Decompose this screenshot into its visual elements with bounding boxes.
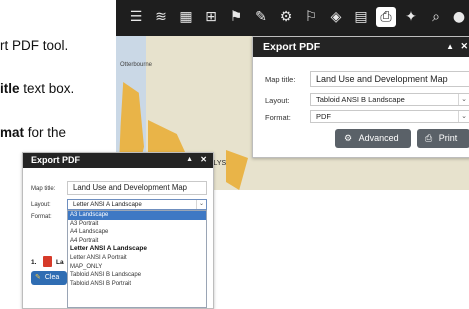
export-pdf-panel-small: Export PDF ▲ ✕ Map title: Land Use and D…	[22, 152, 214, 309]
pdf-file-icon	[43, 256, 52, 267]
print-button-label: Print	[438, 133, 458, 143]
layout-option[interactable]: Tabloid ANSI B Landscape	[68, 271, 206, 280]
step-text-fragment: La	[56, 259, 64, 266]
instruction-line-3: mat for the	[0, 125, 67, 140]
layout-option[interactable]: Letter ANSI A Landscape	[68, 245, 206, 254]
table-icon[interactable]: ▤	[351, 7, 371, 27]
advanced-button[interactable]: ⚙ Advanced	[335, 129, 411, 148]
chevron-down-icon: ⌄	[458, 94, 469, 105]
layout-option[interactable]: A4 Landscape	[68, 228, 206, 237]
export-pdf-panel: Export PDF ▲ ✕ Map title: Land Use and D…	[252, 36, 469, 158]
format-select-value: PDF	[316, 112, 331, 121]
clear-button[interactable]: ✎ Clea	[31, 271, 67, 285]
panel-header: Export PDF ▲ ✕	[23, 153, 213, 168]
layout-option[interactable]: MAP_ONLY	[68, 263, 206, 272]
list-icon[interactable]: ☰	[126, 7, 146, 27]
clear-button-label: Clea	[44, 274, 60, 281]
layers-icon[interactable]: ≋	[151, 7, 171, 27]
layout-option[interactable]: A3 Portrait	[68, 220, 206, 229]
chevron-down-icon: ⌄	[458, 111, 469, 122]
gear-icon: ⚙	[344, 134, 353, 144]
advanced-button-label: Advanced	[358, 133, 399, 143]
bookmark-icon[interactable]: ⚑	[226, 7, 246, 27]
print-icon[interactable]: ⎙	[376, 7, 396, 27]
draw-icon[interactable]: ✎	[251, 7, 271, 27]
measure-icon[interactable]: ⚐	[301, 7, 321, 27]
collapse-icon[interactable]: ▲	[446, 42, 454, 51]
grid-icon[interactable]: ▦	[176, 7, 196, 27]
map-toolbar: ☰ ≋ ▦ ⊞ ⚑ ✎ ⚙ ⚐ ◈ ▤ ⎙ ✦ ⌕ ●	[116, 0, 469, 36]
info-icon[interactable]: ●	[449, 7, 469, 27]
basemap-icon[interactable]: ⊞	[201, 7, 221, 27]
panel-title: Export PDF	[31, 155, 81, 165]
map-place-label: Otterbourne	[120, 62, 153, 68]
layout-select[interactable]: Letter ANSI A Landscape ⌄	[67, 199, 207, 210]
instruction-line-2: itle text box.	[0, 81, 75, 96]
format-label: Format:	[31, 214, 52, 220]
map-land-shape	[226, 150, 248, 190]
layout-option[interactable]: A3 Landscape	[68, 211, 206, 220]
share-icon[interactable]: ⚙	[276, 7, 296, 27]
layout-option[interactable]: Tabloid ANSI B Portrait	[68, 280, 206, 289]
chevron-down-icon: ⌄	[196, 200, 206, 209]
collapse-icon[interactable]: ▲	[186, 156, 193, 163]
printer-icon: ⎙	[425, 134, 433, 144]
layout-select-value: Tabloid ANSI B Landscape	[316, 95, 405, 104]
location-icon[interactable]: ✦	[401, 7, 421, 27]
layout-option[interactable]: Letter ANSI A Portrait	[68, 254, 206, 263]
panel-title: Export PDF	[263, 41, 321, 53]
format-select[interactable]: PDF ⌄	[310, 110, 469, 123]
map-title-input[interactable]: Land Use and Development Map	[67, 181, 207, 195]
legend-icon[interactable]: ◈	[326, 7, 346, 27]
layout-label: Layout:	[265, 96, 290, 105]
step-number: 1.	[31, 259, 37, 266]
close-icon[interactable]: ✕	[460, 41, 468, 52]
layout-label: Layout:	[31, 202, 51, 208]
format-label: Format:	[265, 113, 291, 122]
close-icon[interactable]: ✕	[200, 155, 207, 164]
layout-dropdown-list: A3 Landscape A3 Portrait A4 Landscape A4…	[67, 210, 207, 308]
map-title-label: Map title:	[31, 186, 56, 192]
panel-header: Export PDF ▲ ✕	[253, 37, 469, 57]
search-icon[interactable]: ⌕	[426, 7, 446, 27]
layout-option[interactable]: A4 Portrait	[68, 237, 206, 246]
instruction-line-1: rt PDF tool.	[0, 38, 69, 53]
layout-select-value: Letter ANSI A Landscape	[73, 201, 142, 208]
broom-icon: ✎	[35, 274, 41, 281]
map-title-label: Map title:	[265, 75, 296, 84]
layout-select[interactable]: Tabloid ANSI B Landscape ⌄	[310, 93, 469, 106]
map-title-input[interactable]: Land Use and Development Map	[310, 71, 469, 87]
print-button[interactable]: ⎙ Print	[417, 129, 469, 148]
